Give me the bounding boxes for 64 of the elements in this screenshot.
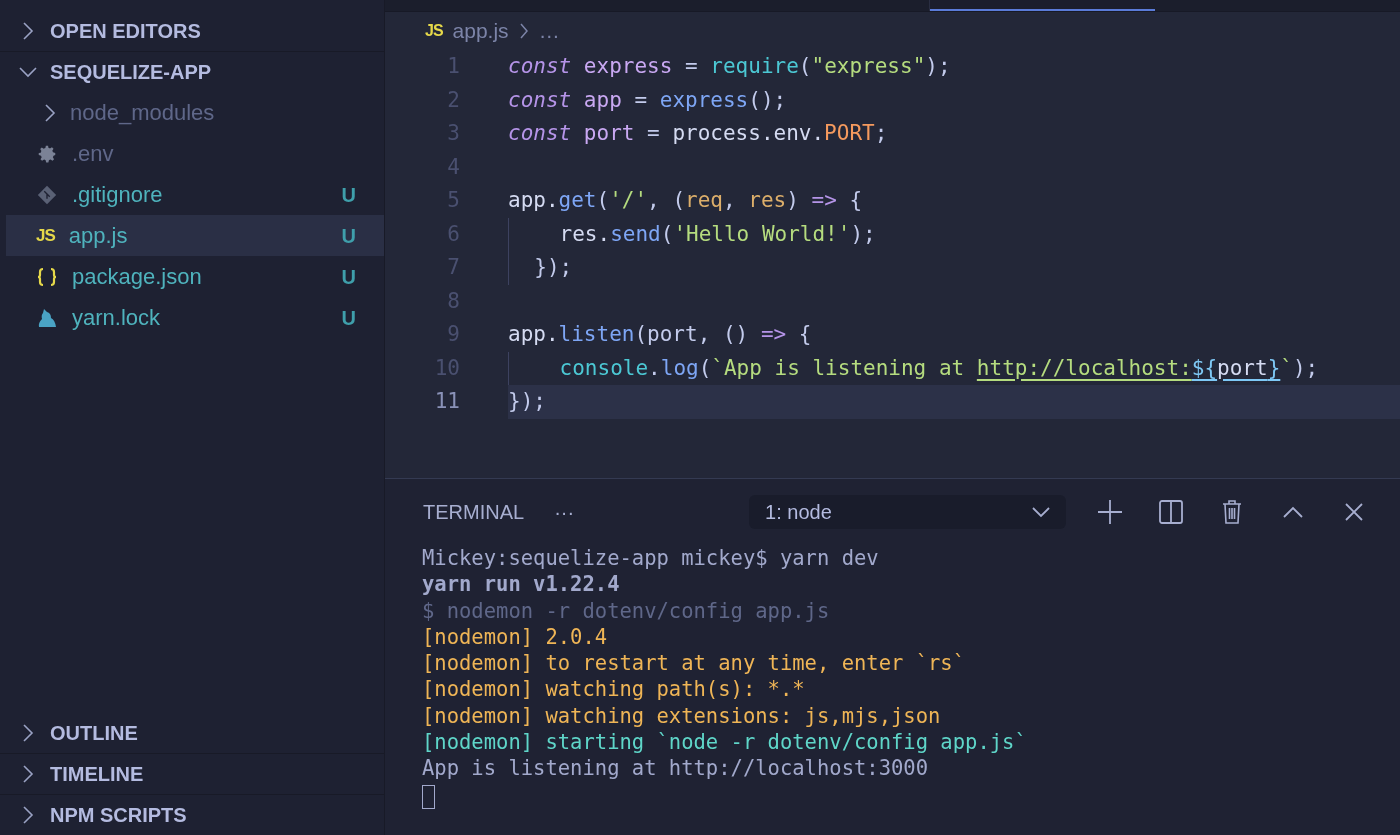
more-button[interactable]: ··· [554,497,575,527]
terminal-line: [nodemon] watching extensions: js,mjs,json [422,702,942,730]
diamond-icon [36,183,58,206]
terminal-cursor [422,784,435,809]
split-icon [1158,500,1183,524]
terminal-line: Mickey:sequelize-app mickey$ yarn dev [422,545,880,572]
section-header[interactable]: TIMELINE [0,753,384,794]
terminal-line: $ nodemon -r dotenv/config app.js [422,597,831,624]
file-item[interactable]: package.json U [6,256,384,297]
chevron-up-icon [1282,506,1303,518]
terminal-line: [nodemon] starting `node -r dotenv/config app.js` [422,729,1028,756]
braces-icon [36,265,58,288]
terminal-tab[interactable]: TERMINAL [423,497,525,527]
git-status-label: U [341,305,356,331]
terminal-line: [nodemon] 2.0.4 [422,623,609,651]
code-line: app.listen(port, () => { [508,321,812,348]
terminal-line: [nodemon] watching path(s): *.* [422,676,806,703]
section-header[interactable]: OPEN EDITORS [0,10,384,51]
plus-icon [1096,499,1123,525]
code-line: }); [533,254,573,281]
breadcrumb-item[interactable]: app.js [452,15,509,47]
code-line: const port = process.env.PORT; [508,120,888,147]
chevron-right-icon [518,22,529,40]
code-line: const app = express(); [508,86,787,114]
chevron-right-icon [22,805,34,825]
section-header[interactable]: OUTLINE [0,712,384,753]
code-line: app.get('/', (req, res) => { [508,187,863,214]
line-number: 3 [446,120,460,147]
terminal-line: App is listening at http://localhost:3000 [422,755,930,782]
line-number: 11 [433,388,460,415]
code-line: res.send('Hello World!'); [558,220,876,248]
code-line: const express = require("express"); [508,53,951,80]
terminal-line: yarn run v1.22.4 [422,571,621,598]
code-line: }); [508,388,546,415]
js-file-icon: JS [36,222,55,249]
chevron-down-icon [1032,506,1051,518]
line-number: 7 [446,254,460,281]
file-item[interactable]: yarn.lock U [6,297,384,338]
trash-icon [1221,500,1242,524]
close-icon [1344,503,1363,521]
line-number: 9 [446,321,460,348]
code-line: console.log(`App is listening at http://localhost:${port}`); [558,354,1319,382]
section-header[interactable]: NPM SCRIPTS [0,794,384,835]
git-status-label: U [341,264,356,290]
section-header[interactable]: SEQUELIZE-APP [0,51,384,92]
terminal-dropdown[interactable]: 1: node [749,495,1067,529]
line-number: 5 [446,187,460,214]
terminal-line: [nodemon] to restart at any time, enter `rs` [422,650,967,677]
line-number: 6 [446,220,460,248]
chevron-down-icon [18,66,38,78]
chevron-right-icon [22,764,34,784]
line-number: 4 [446,153,460,181]
file-item[interactable]: .gitignore U [6,174,384,215]
line-number: 8 [446,287,460,315]
line-number: 2 [446,86,460,114]
line-number: 10 [433,354,460,382]
chevron-right-icon [22,722,34,743]
chevron-right-icon [22,20,34,41]
git-status-label: U [341,223,356,249]
git-status-label: U [341,182,356,208]
line-number: 1 [446,53,460,80]
js-file-icon: JS [425,19,443,43]
breadcrumb-item[interactable]: … [538,15,560,47]
file-item[interactable]: JS app.js U [6,215,384,256]
